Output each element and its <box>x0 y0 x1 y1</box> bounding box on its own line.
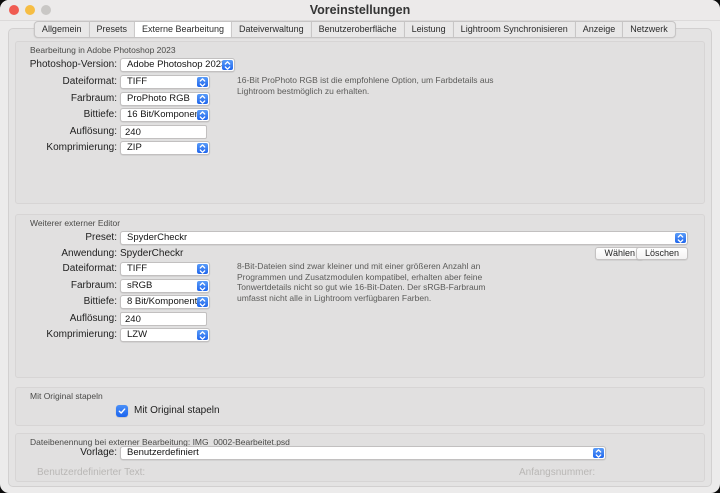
naming-template-popup[interactable]: Benutzerdefiniert <box>120 446 606 460</box>
file-format-popup[interactable]: TIFF <box>120 262 210 276</box>
field-label: Bittiefe: <box>16 108 117 122</box>
minimize-window-icon[interactable] <box>25 5 35 15</box>
preferences-tab-bar: Allgemein Presets Externe Bearbeitung Da… <box>34 21 676 38</box>
field-label: Farbraum: <box>16 279 117 293</box>
section-caption: Bearbeitung in Adobe Photoshop 2023 <box>30 45 176 55</box>
popup-value: TIFF <box>121 76 209 88</box>
row-resolution: Auflösung: <box>16 125 704 139</box>
tab-lightroom-synchronisieren[interactable]: Lightroom Synchronisieren <box>454 22 576 37</box>
section-external-file-naming: Dateibenennung bei externer Bearbeitung:… <box>15 433 705 482</box>
start-number-label: Anfangsnummer: <box>519 467 595 478</box>
close-window-icon[interactable] <box>9 5 19 15</box>
bit-depth-popup[interactable]: 8 Bit/Komponente <box>120 295 210 309</box>
popup-stepper-icon <box>197 264 208 274</box>
popup-stepper-icon <box>197 281 208 291</box>
popup-value: 16 Bit/Komponente <box>121 109 209 121</box>
tab-presets[interactable]: Presets <box>89 22 135 37</box>
titlebar: Voreinstellungen <box>0 0 720 21</box>
field-label: Bittiefe: <box>16 295 117 309</box>
custom-text-label: Benutzerdefinierter Text: <box>37 467 145 478</box>
tab-content-panel: Bearbeitung in Adobe Photoshop 2023 Phot… <box>8 28 712 487</box>
tab-netzwerk[interactable]: Netzwerk <box>623 22 675 37</box>
field-label: Dateiformat: <box>16 75 117 89</box>
popup-value: TIFF <box>121 263 209 275</box>
popup-stepper-icon <box>222 60 233 70</box>
window-title: Voreinstellungen <box>0 0 720 20</box>
compression-popup[interactable]: ZIP <box>120 141 210 155</box>
popup-value: SpyderCheckr <box>121 232 687 244</box>
photoshop-version-popup[interactable]: Adobe Photoshop 2023 <box>120 58 235 72</box>
color-space-popup[interactable]: ProPhoto RGB <box>120 92 210 106</box>
row-photoshop-version: Photoshop-Version: Adobe Photoshop 2023 <box>16 58 704 72</box>
field-label: Anwendung: <box>16 247 117 261</box>
bit-depth-popup[interactable]: 16 Bit/Komponente <box>120 108 210 122</box>
popup-value: sRGB <box>121 280 209 292</box>
stack-with-original-checkbox[interactable] <box>116 405 128 417</box>
tab-allgemein[interactable]: Allgemein <box>35 22 90 37</box>
checkbox-label: Mit Original stapeln <box>134 405 220 417</box>
row-preset: Preset: SpyderCheckr <box>16 231 704 245</box>
clear-button[interactable]: Löschen <box>636 247 688 260</box>
field-label: Auflösung: <box>16 312 117 326</box>
popup-stepper-icon <box>593 448 604 458</box>
color-space-popup[interactable]: sRGB <box>120 279 210 293</box>
field-label: Dateiformat: <box>16 262 117 276</box>
field-label: Vorlage: <box>16 446 117 460</box>
resolution-input[interactable] <box>120 125 207 139</box>
application-value: SpyderCheckr <box>120 247 183 261</box>
tab-anzeige[interactable]: Anzeige <box>576 22 624 37</box>
popup-stepper-icon <box>197 77 208 87</box>
popup-value: Adobe Photoshop 2023 <box>121 59 234 71</box>
preferences-window: Voreinstellungen Bearbeitung in Adobe Ph… <box>0 0 720 493</box>
popup-stepper-icon <box>675 233 686 243</box>
popup-stepper-icon <box>197 94 208 104</box>
resolution-input[interactable] <box>120 312 207 326</box>
section-stack-with-original: Mit Original stapeln Mit Original stapel… <box>15 387 705 426</box>
section-external-editor: Weiterer externer Editor Preset: SpyderC… <box>15 214 705 378</box>
section-caption: Weiterer externer Editor <box>30 218 120 228</box>
preset-popup[interactable]: SpyderCheckr <box>120 231 688 245</box>
field-label: Komprimierung: <box>16 141 117 155</box>
popup-value: ZIP <box>121 142 209 154</box>
popup-stepper-icon <box>197 110 208 120</box>
popup-value: LZW <box>121 329 209 341</box>
popup-value: ProPhoto RGB <box>121 93 209 105</box>
tab-dateiverwaltung[interactable]: Dateiverwaltung <box>232 22 312 37</box>
zoom-window-icon <box>41 5 51 15</box>
tab-externe-bearbeitung[interactable]: Externe Bearbeitung <box>135 22 232 37</box>
field-label: Farbraum: <box>16 92 117 106</box>
row-template: Vorlage: Benutzerdefiniert <box>16 446 704 460</box>
field-label: Komprimierung: <box>16 328 117 342</box>
tab-leistung[interactable]: Leistung <box>405 22 454 37</box>
popup-value: Benutzerdefiniert <box>121 447 605 459</box>
section-caption: Mit Original stapeln <box>30 391 103 401</box>
field-label: Preset: <box>16 231 117 245</box>
popup-stepper-icon <box>197 143 208 153</box>
compression-popup[interactable]: LZW <box>120 328 210 342</box>
section-photoshop-editing: Bearbeitung in Adobe Photoshop 2023 Phot… <box>15 41 705 204</box>
row-application: Anwendung: SpyderCheckr Wählen Löschen <box>16 247 704 261</box>
field-label: Auflösung: <box>16 125 117 139</box>
row-compression: Komprimierung: LZW <box>16 328 704 342</box>
popup-value: 8 Bit/Komponente <box>121 296 209 308</box>
file-format-popup[interactable]: TIFF <box>120 75 210 89</box>
row-bit-depth: Bittiefe: 16 Bit/Komponente <box>16 108 704 122</box>
checkmark-icon <box>117 406 127 416</box>
tab-benutzeroberflaeche[interactable]: Benutzeroberfläche <box>312 22 405 37</box>
editor-helper-text: 8-Bit-Dateien sind zwar kleiner und mit … <box>237 261 485 303</box>
row-resolution: Auflösung: <box>16 312 704 326</box>
popup-stepper-icon <box>197 330 208 340</box>
row-compression: Komprimierung: ZIP <box>16 141 704 155</box>
field-label: Photoshop-Version: <box>16 58 117 72</box>
popup-stepper-icon <box>197 297 208 307</box>
photoshop-helper-text: 16-Bit ProPhoto RGB ist die empfohlene O… <box>237 75 494 96</box>
